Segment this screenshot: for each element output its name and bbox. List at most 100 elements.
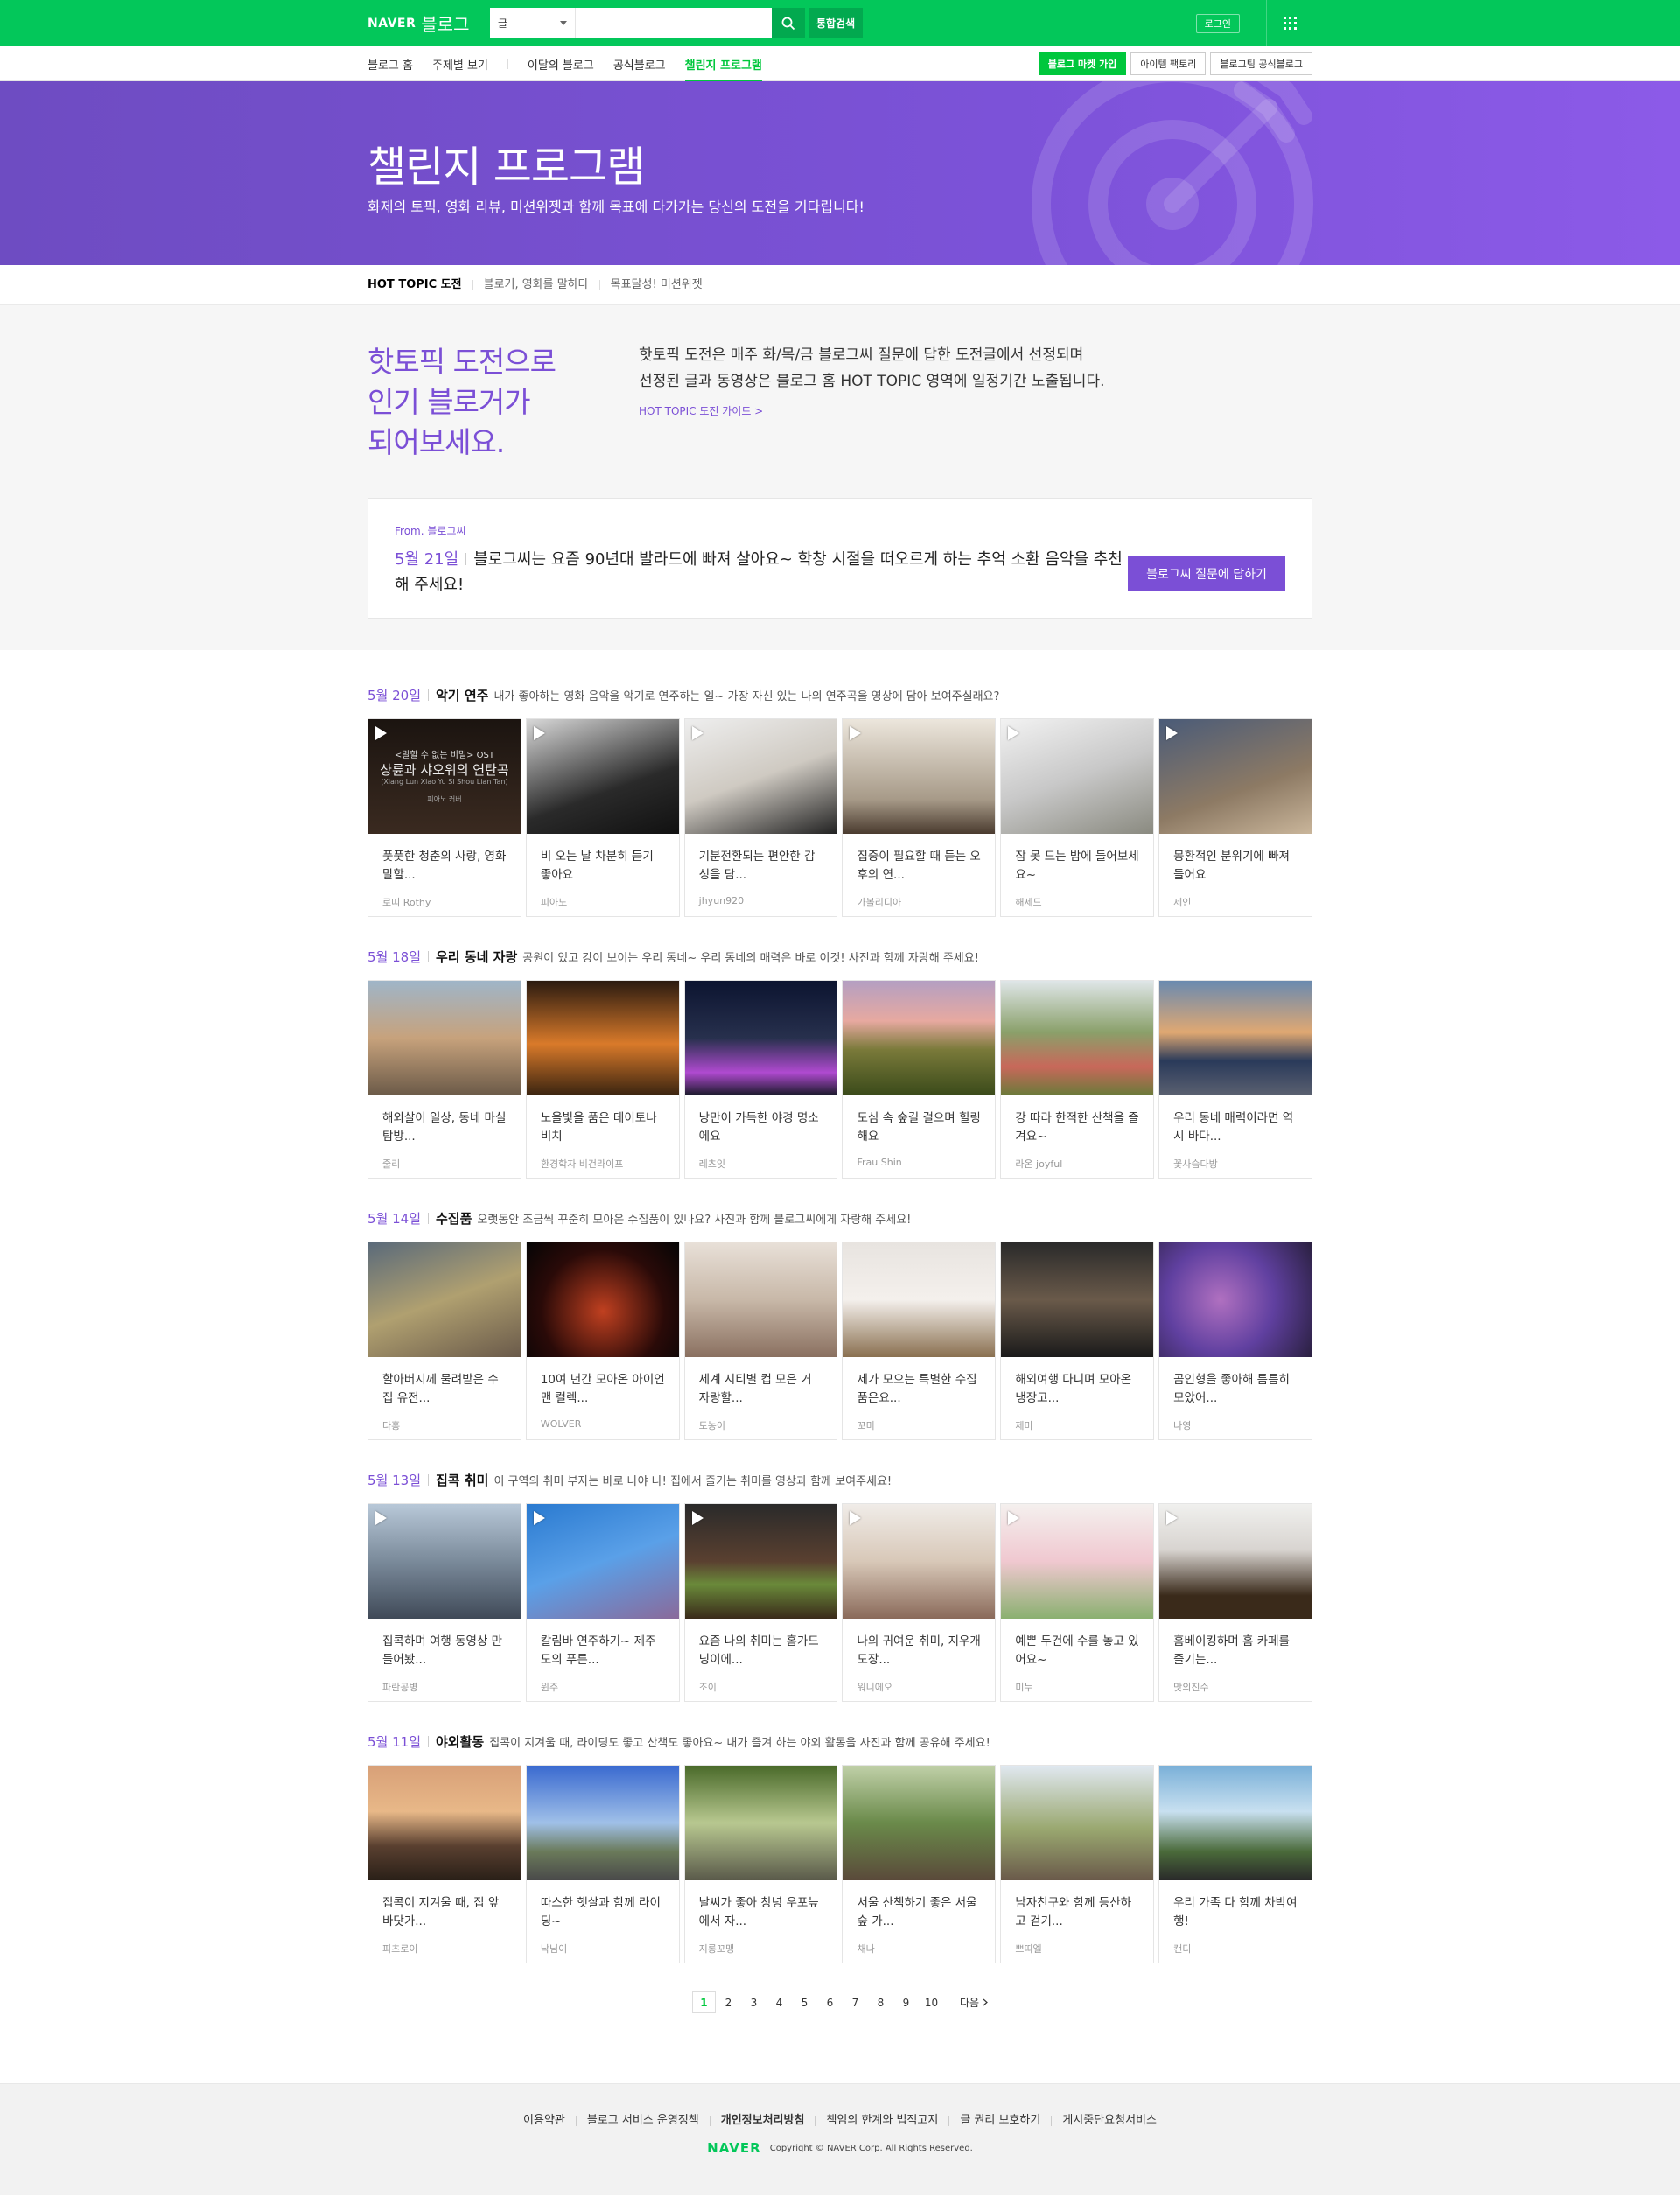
post-title[interactable]: 할아버지께 물려받은 수집 유전...	[368, 1357, 521, 1413]
answer-question-button[interactable]: 블로그씨 질문에 답하기	[1128, 556, 1285, 591]
post-title[interactable]: 우리 동네 매력이라면 역시 바다...	[1159, 1095, 1312, 1151]
post-title[interactable]: 해외살이 일상, 동네 마실 탐방...	[368, 1095, 521, 1151]
page-number[interactable]: 1	[691, 1991, 716, 2013]
post-card[interactable]: 해외여행 다니며 모아온 냉장고... 제미	[1000, 1242, 1155, 1440]
post-author[interactable]: 워니에오	[843, 1675, 995, 1694]
post-author[interactable]: WOLVER	[527, 1413, 679, 1430]
post-card[interactable]: 도심 속 숲길 걸으며 힐링해요 Frau Shin	[842, 980, 997, 1179]
post-author[interactable]: 피츠로이	[368, 1936, 521, 1956]
footer-link[interactable]: 블로그 서비스 운영정책	[575, 2115, 710, 2126]
post-title[interactable]: 요즘 나의 취미는 홈가드닝이에...	[685, 1619, 837, 1675]
apps-menu-button[interactable]	[1266, 0, 1312, 46]
post-author[interactable]: 채나	[843, 1936, 995, 1956]
page-number[interactable]: 2	[716, 1991, 741, 2013]
post-thumbnail[interactable]	[1159, 719, 1312, 834]
post-author[interactable]: 캔디	[1159, 1936, 1312, 1956]
post-thumbnail[interactable]	[1001, 719, 1154, 834]
post-card[interactable]: 칼림바 연주하기~ 제주도의 푸른... 윈주	[525, 1503, 680, 1702]
post-author[interactable]: 윈주	[527, 1675, 679, 1694]
post-card[interactable]: 예쁜 두건에 수를 놓고 있어요~ 미누	[1000, 1503, 1155, 1702]
post-title[interactable]: 비 오는 날 차분히 듣기 좋아요	[527, 834, 679, 890]
post-author[interactable]: 꽃사슴다방	[1159, 1151, 1312, 1171]
page-number[interactable]: 6	[817, 1991, 843, 2013]
post-card[interactable]: 따스한 햇살과 함께 라이딩~ 낙님이	[525, 1765, 680, 1963]
search-scope-select[interactable]: 글	[490, 8, 576, 38]
post-author[interactable]: 제인	[1159, 890, 1312, 909]
post-title[interactable]: 집중이 필요할 때 듣는 오후의 연...	[843, 834, 995, 890]
lnb-by-topic[interactable]: 주제별 보기	[432, 46, 488, 81]
lnb-blog-of-month[interactable]: 이달의 블로그	[528, 46, 594, 81]
page-number[interactable]: 10	[919, 1991, 944, 2013]
lnb-official-blog[interactable]: 공식블로그	[613, 46, 666, 81]
post-title[interactable]: 도심 속 숲길 걸으며 힐링해요	[843, 1095, 995, 1151]
post-thumbnail[interactable]	[843, 981, 996, 1095]
post-thumbnail[interactable]	[843, 1766, 996, 1880]
post-card[interactable]: 우리 동네 매력이라면 역시 바다... 꽃사슴다방	[1158, 980, 1312, 1179]
post-title[interactable]: 남자친구와 함께 등산하고 걷기...	[1001, 1880, 1153, 1936]
post-title[interactable]: 세계 시티별 컵 모은 거 자랑할...	[685, 1357, 837, 1413]
post-thumbnail[interactable]	[843, 1242, 996, 1357]
post-author[interactable]: 파란공병	[368, 1675, 521, 1694]
post-thumbnail[interactable]	[1001, 981, 1154, 1095]
post-author[interactable]: 줄리	[368, 1151, 521, 1171]
post-author[interactable]: 다홍	[368, 1413, 521, 1432]
post-thumbnail[interactable]	[1001, 1242, 1154, 1357]
post-author[interactable]: 조이	[685, 1675, 837, 1694]
post-title[interactable]: 집콕하며 여행 동영상 만들어봤...	[368, 1619, 521, 1675]
post-thumbnail[interactable]	[684, 1242, 837, 1357]
page-number[interactable]: 9	[893, 1991, 919, 2013]
subnav-mission-widget[interactable]: 목표달성! 미션위젯	[598, 279, 713, 290]
post-title[interactable]: 예쁜 두건에 수를 놓고 있어요~	[1001, 1619, 1153, 1675]
post-thumbnail[interactable]	[526, 1766, 679, 1880]
post-author[interactable]: 제미	[1001, 1413, 1153, 1432]
footer-link[interactable]: 개인정보처리방침	[709, 2115, 816, 2126]
post-author[interactable]: 레츠잇	[685, 1151, 837, 1171]
post-author[interactable]: 미누	[1001, 1675, 1153, 1694]
post-title[interactable]: 날씨가 좋아 창녕 우포늪에서 자...	[685, 1880, 837, 1936]
post-card[interactable]: 집콕하며 여행 동영상 만들어봤... 파란공병	[368, 1503, 522, 1702]
lnb-blog-home[interactable]: 블로그 홈	[368, 46, 413, 81]
post-author[interactable]: 라온 joyful	[1001, 1151, 1153, 1171]
post-card[interactable]: 집중이 필요할 때 듣는 오후의 연... 가볼리디아	[842, 718, 997, 917]
post-author[interactable]: 해세드	[1001, 890, 1153, 909]
post-thumbnail[interactable]	[1159, 981, 1312, 1095]
post-card[interactable]: 노을빛을 품은 데이토나 비치 환경학자 비건라이프	[525, 980, 680, 1179]
page-number[interactable]: 8	[868, 1991, 893, 2013]
post-card[interactable]: 홈베이킹하며 홈 카페를 즐기는... 맛의진수	[1158, 1503, 1312, 1702]
post-title[interactable]: 몽환적인 분위기에 빠져들어요	[1159, 834, 1312, 890]
post-title[interactable]: 따스한 햇살과 함께 라이딩~	[527, 1880, 679, 1936]
post-author[interactable]: 낙님이	[527, 1936, 679, 1956]
total-search-button[interactable]: 통합검색	[808, 8, 864, 38]
post-author[interactable]: 쁘띠엘	[1001, 1936, 1153, 1956]
post-thumbnail[interactable]	[526, 719, 679, 834]
page-number[interactable]: 7	[843, 1991, 868, 2013]
post-thumbnail[interactable]	[843, 1504, 996, 1619]
post-thumbnail[interactable]	[1001, 1504, 1154, 1619]
post-title[interactable]: 칼림바 연주하기~ 제주도의 푸른...	[527, 1619, 679, 1675]
item-factory-button[interactable]: 아이템 팩토리	[1130, 52, 1207, 75]
post-title[interactable]: 홈베이킹하며 홈 카페를 즐기는...	[1159, 1619, 1312, 1675]
post-author[interactable]: 가볼리디아	[843, 890, 995, 909]
post-author[interactable]: 로띠 Rothy	[368, 890, 521, 909]
footer-link[interactable]: 이용약관	[513, 2115, 576, 2126]
post-author[interactable]: 토농이	[685, 1413, 837, 1432]
footer-naver-logo[interactable]: NAVER	[707, 2140, 761, 2156]
post-card[interactable]: 세계 시티별 컵 모은 거 자랑할... 토농이	[683, 1242, 838, 1440]
blog-team-official-button[interactable]: 블로그팀 공식블로그	[1210, 52, 1312, 75]
search-button[interactable]	[772, 8, 805, 38]
post-title[interactable]: 집콕이 지겨울 때, 집 앞 바닷가...	[368, 1880, 521, 1936]
post-card[interactable]: 곰인형을 좋아해 틈틈히 모았어... 나영	[1158, 1242, 1312, 1440]
post-author[interactable]: 나영	[1159, 1413, 1312, 1432]
post-title[interactable]: 노을빛을 품은 데이토나 비치	[527, 1095, 679, 1151]
post-card[interactable]: 10여 년간 모아온 아이언맨 컬렉... WOLVER	[525, 1242, 680, 1440]
post-thumbnail[interactable]	[368, 1504, 521, 1619]
post-author[interactable]: 꼬미	[843, 1413, 995, 1432]
post-title[interactable]: 나의 귀여운 취미, 지우개 도장...	[843, 1619, 995, 1675]
post-card[interactable]: 나의 귀여운 취미, 지우개 도장... 워니에오	[842, 1503, 997, 1702]
footer-link[interactable]: 책임의 한계와 법적고지	[815, 2115, 948, 2126]
post-card[interactable]: 강 따라 한적한 산책을 즐겨요~ 라온 joyful	[1000, 980, 1155, 1179]
post-thumbnail[interactable]	[684, 981, 837, 1095]
naver-blog-logo[interactable]: NAVER 블로그	[368, 10, 490, 36]
page-number[interactable]: 5	[792, 1991, 817, 2013]
post-title[interactable]: 풋풋한 청춘의 사랑, 영화 말할...	[368, 834, 521, 890]
